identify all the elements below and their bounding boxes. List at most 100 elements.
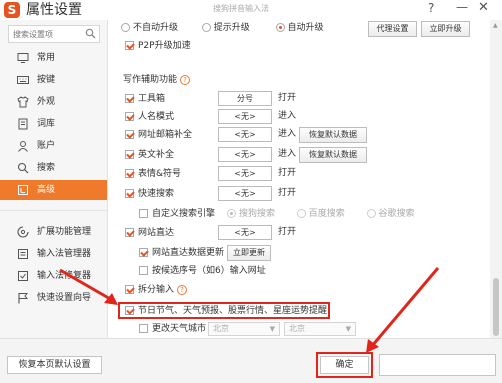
province-select[interactable]: 北京 ▼ <box>208 322 280 336</box>
sidebar-item-lexicon[interactable]: 词库 <box>0 114 107 134</box>
sidebar-item-label: 词库 <box>37 119 56 129</box>
url-email-option[interactable]: 网址邮箱补全 <box>125 127 192 143</box>
upgrade-option-auto[interactable]: 自动升级 <box>275 22 324 34</box>
weather-city-checkbox[interactable] <box>139 323 148 333</box>
candidate-index-url-checkbox[interactable] <box>139 265 148 275</box>
upgrade-option-none[interactable]: 不自动升级 <box>121 22 178 34</box>
split-input-option[interactable]: 拆分输入? <box>125 282 188 298</box>
weather-city-option[interactable]: 更改天气城市 <box>139 321 206 337</box>
url-email-checkbox[interactable] <box>125 129 134 139</box>
manager-icon <box>18 249 28 259</box>
repair-icon <box>18 271 28 281</box>
site-data-update-checkbox[interactable] <box>139 247 148 257</box>
url-email-hotkey-field[interactable]: <无> <box>218 127 272 142</box>
sidebar-item-label: 常用 <box>37 53 56 63</box>
sidebar-item-common[interactable]: 常用 <box>0 48 107 68</box>
sidebar-tool-ime-manager[interactable]: 输入法管理器 <box>0 244 107 264</box>
close-button[interactable]: ✕ <box>478 0 489 15</box>
url-email-action-label: 进入 <box>278 129 297 139</box>
minimize-button[interactable]: — <box>456 0 468 14</box>
sidebar-item-appearance[interactable]: 外观 <box>0 92 107 112</box>
sidebar-tool-quick-wizard[interactable]: 快速设置向导 <box>0 288 107 308</box>
toolbox-checkbox[interactable] <box>125 93 134 103</box>
emoji-action-label: 打开 <box>278 168 297 178</box>
emoji-symbol-checkbox[interactable] <box>125 168 134 178</box>
p2p-upgrade-option[interactable]: P2P升级加速 <box>125 38 191 54</box>
custom-search-engine-checkbox[interactable] <box>139 208 148 218</box>
proxy-settings-button[interactable]: 代理设置 <box>368 21 417 37</box>
title-bar: S 属性设置 搜狗拼音输入法 ? — ✕ <box>0 0 502 20</box>
sidebar-tool-label: 输入法修复器 <box>37 271 92 281</box>
update-now-button[interactable]: 立即更新 <box>227 245 271 261</box>
advanced-icon <box>18 185 28 195</box>
emoji-hotkey-field[interactable]: <无> <box>218 166 272 181</box>
toolbox-action-label: 打开 <box>278 93 297 103</box>
annotation-ok-highlight: 确定 <box>316 352 373 378</box>
custom-search-engine-option[interactable]: 自定义搜索引擎 <box>139 206 215 222</box>
engine-option-baidu[interactable]: 百度搜索 <box>296 208 345 220</box>
keyboard-icon <box>17 76 29 84</box>
content-scrollbar[interactable]: ▲ <box>490 20 502 338</box>
site-direct-option[interactable]: 网站直达 <box>125 225 174 241</box>
footer: 恢复本页默认设置 确定 <box>0 338 502 383</box>
url-email-restore-button[interactable]: 恢复默认数据 <box>299 127 367 143</box>
emoji-symbol-option[interactable]: 表情&符号 <box>125 166 181 182</box>
site-data-update-option[interactable]: 网站直达数据更新 <box>139 245 224 261</box>
english-completion-checkbox[interactable] <box>125 149 134 159</box>
scrollbar-thumb[interactable] <box>493 278 499 336</box>
quick-search-action-label: 打开 <box>278 188 297 198</box>
sidebar-item-label: 账户 <box>37 141 56 151</box>
upgrade-option-prompt[interactable]: 提示升级 <box>201 22 250 34</box>
sidebar-item-label: 高级 <box>37 185 56 195</box>
sidebar-item-keys[interactable]: 按键 <box>0 70 107 90</box>
candidate-index-url-option[interactable]: 按候选序号（如6）输入网址 <box>139 263 266 279</box>
city-select[interactable]: 北京 ▼ <box>284 322 356 336</box>
settings-search-box[interactable] <box>8 25 100 43</box>
quick-search-checkbox[interactable] <box>125 188 134 198</box>
sidebar-tool-ime-repair[interactable]: 输入法修复器 <box>0 266 107 286</box>
shirt-icon <box>17 96 29 108</box>
user-icon <box>18 141 28 152</box>
help-circle-icon[interactable]: ? <box>177 285 188 295</box>
p2p-checkbox[interactable] <box>125 40 134 50</box>
person-name-option[interactable]: 人名模式 <box>125 109 174 125</box>
sidebar-item-label: 外观 <box>37 97 56 107</box>
site-direct-checkbox[interactable] <box>125 227 134 237</box>
site-direct-action-label: 打开 <box>278 227 297 237</box>
book-icon <box>18 118 28 130</box>
sidebar-tool-extension-manager[interactable]: 扩展功能管理 <box>0 222 107 242</box>
sidebar-item-search[interactable]: 搜索 <box>0 158 107 178</box>
settings-search-input[interactable] <box>9 26 83 42</box>
settings-content: 不自动升级 提示升级 自动升级 代理设置 立即升级 P2P升级加速 写作辅助功能… <box>109 20 490 338</box>
quick-search-option[interactable]: 快速搜索 <box>125 186 174 202</box>
extension-icon <box>17 226 29 238</box>
engine-option-sogou[interactable]: 搜狗搜索 <box>227 208 275 220</box>
toolbox-option[interactable]: 工具箱 <box>125 91 165 107</box>
split-input-checkbox[interactable] <box>125 284 134 294</box>
english-restore-button[interactable]: 恢复默认数据 <box>299 147 367 163</box>
sidebar-tool-label: 输入法管理器 <box>37 249 92 259</box>
english-completion-option[interactable]: 英文补全 <box>125 147 174 163</box>
person-name-hotkey-field[interactable]: <无> <box>218 109 272 124</box>
engine-option-google[interactable]: 谷歌搜索 <box>366 208 415 220</box>
site-direct-hotkey-field[interactable]: <无> <box>218 225 272 240</box>
sidebar-item-advanced[interactable]: 高级 <box>0 180 107 200</box>
help-button[interactable]: ? <box>428 1 434 15</box>
toolbox-hotkey-field[interactable]: 分号 <box>218 91 272 106</box>
person-name-checkbox[interactable] <box>125 111 134 121</box>
search-icon[interactable] <box>85 28 96 39</box>
upgrade-now-button[interactable]: 立即升级 <box>421 21 470 37</box>
sidebar-item-account[interactable]: 账户 <box>0 136 107 156</box>
monitor-icon <box>17 53 29 63</box>
chevron-down-icon: ▼ <box>345 325 351 333</box>
scroll-up-icon[interactable]: ▲ <box>493 22 498 29</box>
sogou-logo-icon: S <box>4 2 20 18</box>
english-hotkey-field[interactable]: <无> <box>218 147 272 162</box>
help-circle-icon[interactable]: ? <box>180 74 191 85</box>
sidebar-divider <box>0 210 107 211</box>
ok-button[interactable]: 确定 <box>320 356 369 374</box>
footer-blank-button[interactable] <box>379 354 496 376</box>
city-value: 北京 <box>289 324 305 333</box>
quick-search-hotkey-field[interactable]: <无> <box>218 186 272 201</box>
reset-page-defaults-button[interactable]: 恢复本页默认设置 <box>7 356 102 374</box>
